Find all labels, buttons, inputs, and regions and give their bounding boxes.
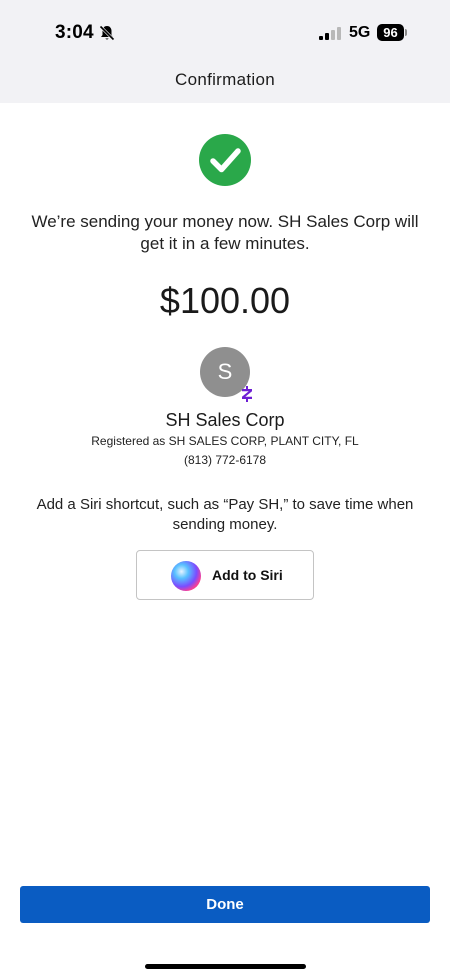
confirmation-message: We’re sending your money now. SH Sales C…: [31, 212, 419, 253]
done-button[interactable]: Done: [20, 886, 430, 923]
siri-icon: [171, 561, 201, 591]
bell-muted-icon: [99, 25, 115, 41]
siri-shortcut-text: Add a Siri shortcut, such as “Pay SH,” t…: [36, 496, 414, 533]
amount: $100.00: [159, 280, 291, 321]
add-to-siri-button[interactable]: Add to Siri: [136, 550, 314, 600]
battery-nub: [405, 29, 407, 36]
home-indicator[interactable]: [145, 964, 306, 969]
top-bar: 3:04 5G 96 Confirmation: [0, 0, 450, 103]
signal-icon: [319, 27, 341, 40]
recipient-name: SH Sales Corp: [165, 410, 285, 430]
page-title: Confirmation: [175, 70, 275, 89]
add-to-siri-label: Add to Siri: [212, 567, 283, 583]
network-label: 5G: [349, 24, 371, 41]
success-check-icon: [199, 134, 251, 186]
status-time: 3:04: [55, 22, 94, 43]
zelle-icon: [242, 386, 252, 402]
recipient-registered: Registered as SH SALES CORP, PLANT CITY,…: [91, 434, 359, 448]
recipient-phone: (813) 772-6178: [183, 453, 267, 467]
battery-icon: 96: [377, 24, 407, 41]
battery-level: 96: [377, 24, 404, 41]
confirmation-screen: 3:04 5G 96 Confirmation We’re sending yo…: [0, 0, 450, 978]
